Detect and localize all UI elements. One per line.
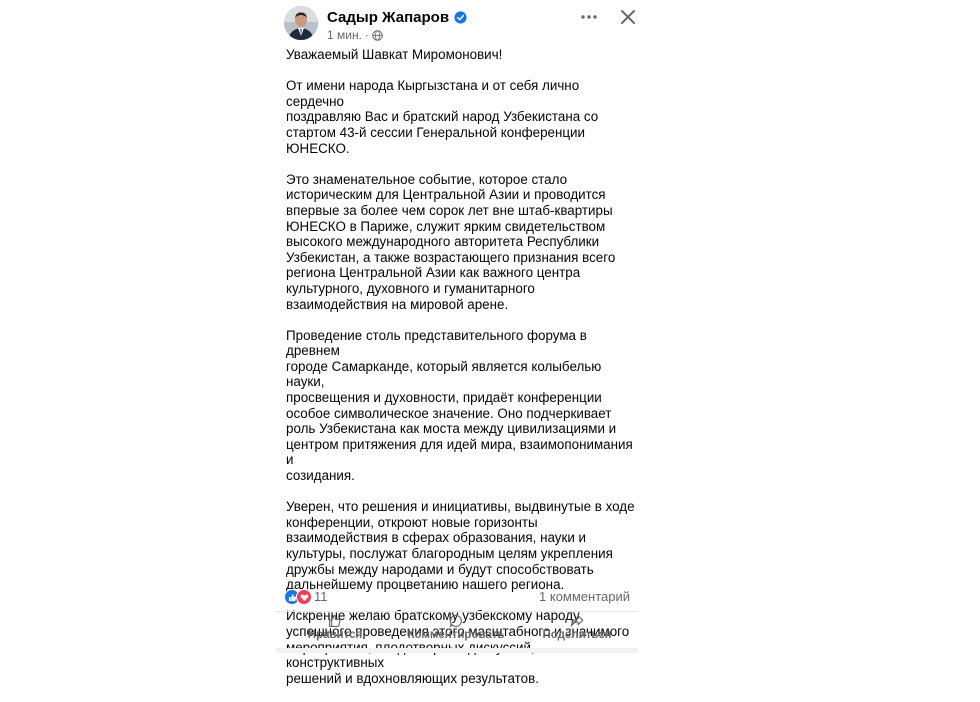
post-meta: 1 мин. · [327, 28, 383, 42]
close-icon[interactable] [618, 7, 638, 27]
like-label: Нравится [307, 629, 363, 641]
post-paragraph: Уважаемый Шавкат Миромонович! [286, 47, 503, 62]
comments-count[interactable]: 1 комментарий [539, 589, 630, 604]
globe-icon [372, 29, 383, 41]
meta-separator: · [364, 28, 369, 42]
author-name[interactable]: Садыр Жапаров [327, 9, 449, 26]
comment-button[interactable]: Комментировать [401, 612, 511, 648]
love-reaction-icon [296, 589, 312, 605]
post-time[interactable]: 1 мин. [327, 28, 362, 42]
post-paragraph: От имени народа Кыргызстана и от себя ли… [286, 78, 599, 156]
like-button[interactable]: Нравится [280, 612, 390, 648]
post-header: Садыр Жапаров 1 мин. · [284, 4, 635, 42]
post-actions: Нравится Комментировать Поделиться [276, 612, 638, 648]
post-paragraph: Проведение столь представительного форум… [286, 327, 633, 484]
author-row: Садыр Жапаров [327, 9, 467, 26]
post-card: Садыр Жапаров 1 мин. · Уважаемый Шавкат … [276, 0, 638, 686]
post-paragraph: Это знаменательное событие, которое стал… [286, 171, 616, 312]
avatar[interactable] [284, 6, 318, 40]
reaction-icons[interactable] [284, 589, 312, 605]
post-paragraph: Уверен, что решения и инициативы, выдвин… [286, 499, 635, 593]
share-label: Поделиться [542, 629, 612, 641]
comment-label: Комментировать [407, 629, 505, 641]
more-options-icon[interactable] [580, 8, 598, 26]
reactions-count[interactable]: 11 [314, 589, 328, 604]
thumbs-up-icon [329, 614, 341, 627]
share-button[interactable]: Поделиться [522, 612, 632, 648]
share-icon [570, 615, 584, 627]
comment-icon [449, 615, 462, 628]
reactions-summary: 11 1 комментарий [284, 587, 630, 607]
bottom-bar [276, 648, 638, 653]
verified-badge-icon [454, 11, 467, 24]
